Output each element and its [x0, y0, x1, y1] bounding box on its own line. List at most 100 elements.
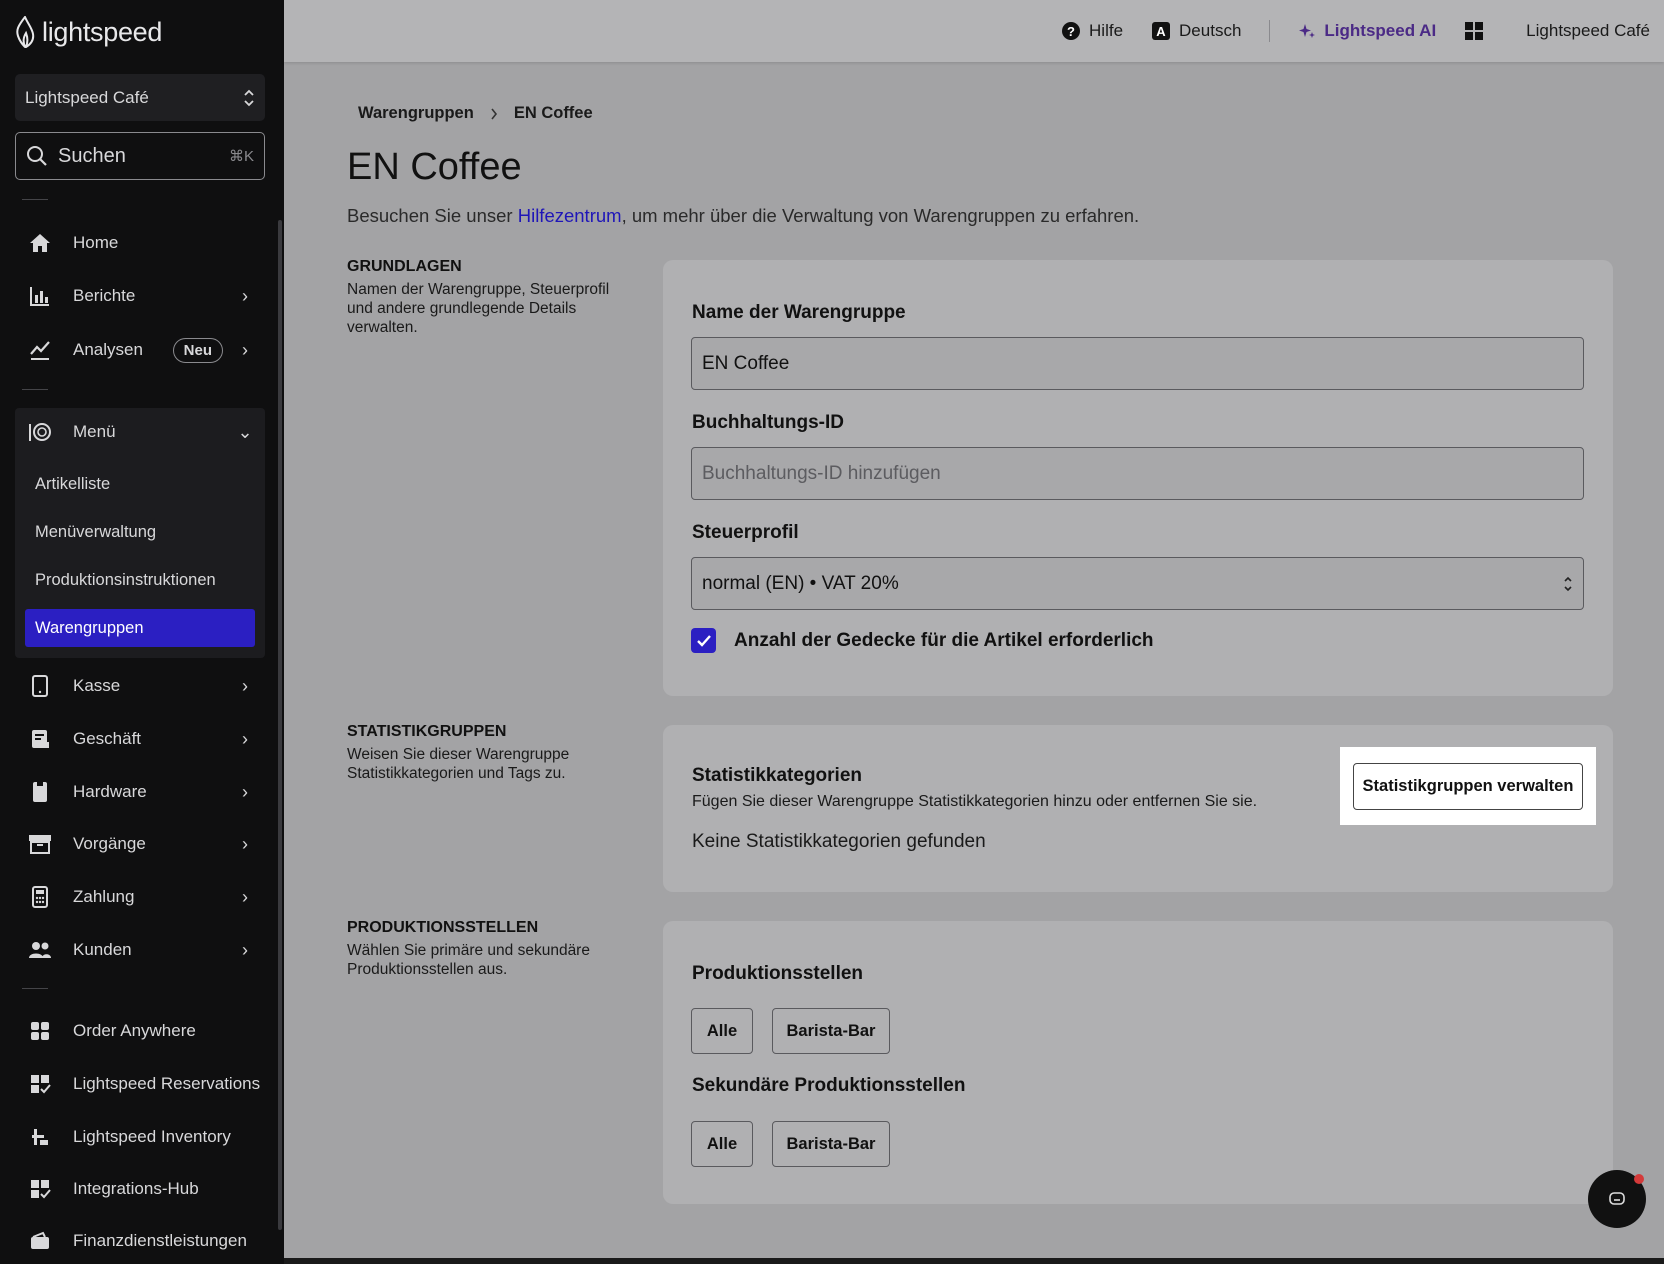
- production-card: Produktionsstellen Alle Barista-Bar Seku…: [663, 921, 1613, 1204]
- sidebar-item-label: Geschäft: [73, 729, 142, 748]
- sidebar-item-integrations-hub[interactable]: Integrations-Hub: [15, 1166, 265, 1212]
- basics-section-header: GRUNDLAGEN Namen der Warengruppe, Steuer…: [347, 258, 632, 337]
- checkmark-icon: [696, 634, 711, 647]
- tax-profile-value: normal (EN) • VAT 20%: [702, 572, 899, 594]
- chat-button[interactable]: [1588, 1170, 1646, 1228]
- sidebar-item-label: Kasse: [73, 676, 121, 695]
- tax-profile-label: Steuerprofil: [692, 522, 799, 543]
- sidebar-subitem-menuverwaltung[interactable]: Menüverwaltung: [25, 513, 255, 551]
- sidebar-search-input[interactable]: Suchen ⌘K: [15, 132, 265, 180]
- sidebar-item-lightspeed-reservations[interactable]: Lightspeed Reservations: [15, 1061, 265, 1107]
- manage-stat-groups-button[interactable]: Statistikgruppen verwalten: [1353, 762, 1583, 810]
- trend-chart-icon: [27, 337, 53, 363]
- help-text-prefix: Besuchen Sie unser: [347, 205, 518, 226]
- sidebar-item-label: Order Anywhere: [73, 1021, 196, 1040]
- flame-logo-icon: [16, 16, 35, 48]
- sidebar-item-finanzdienstleistungen[interactable]: Finanzdienstleistungen: [15, 1218, 265, 1264]
- account-button[interactable]: Lightspeed Café: [1526, 21, 1650, 41]
- secondary-chip-alle[interactable]: Alle: [691, 1121, 753, 1167]
- sparkle-icon: [1299, 24, 1316, 38]
- brand-name: lightspeed: [42, 16, 163, 47]
- accounting-id-placeholder: Buchhaltungs-ID hinzufügen: [702, 462, 941, 484]
- chevron-right-icon: ›: [242, 781, 248, 802]
- sidebar-item-label: Kunden: [73, 940, 132, 959]
- sidebar-item-menu[interactable]: Menü ⌄: [15, 409, 265, 455]
- inventory-icon: [27, 1124, 53, 1150]
- apps-button[interactable]: [1464, 21, 1484, 41]
- sidebar-item-hardware[interactable]: Hardware ›: [15, 769, 265, 815]
- section-heading: GRUNDLAGEN: [347, 258, 462, 275]
- tablet-icon: [27, 673, 53, 699]
- svg-text:A: A: [1156, 24, 1166, 39]
- ai-label: Lightspeed AI: [1324, 21, 1437, 40]
- sidebar-divider: [22, 389, 48, 390]
- production-chip-barista-bar[interactable]: Barista-Bar: [772, 1008, 890, 1054]
- store-icon: [27, 726, 53, 752]
- home-icon: [27, 230, 53, 256]
- manage-button-highlight: Statistikgruppen verwalten: [1340, 747, 1596, 825]
- covers-checkbox-row[interactable]: Anzahl der Gedecke für die Artikel erfor…: [691, 628, 1154, 653]
- sidebar-item-label: Zahlung: [73, 887, 135, 906]
- language-button[interactable]: A Deutsch: [1151, 21, 1241, 41]
- stats-title: Statistikkategorien: [692, 765, 862, 786]
- chevron-right-icon: ›: [242, 728, 248, 749]
- sidebar-item-vorgaenge[interactable]: Vorgänge ›: [15, 821, 265, 867]
- apps-check-icon: [27, 1071, 53, 1097]
- sidebar-subitem-warengruppen[interactable]: Warengruppen: [25, 609, 255, 647]
- language-icon: A: [1152, 22, 1171, 40]
- search-placeholder: Suchen: [58, 144, 126, 167]
- breadcrumb-parent-link[interactable]: Warengruppen: [358, 104, 474, 123]
- store-selector[interactable]: Lightspeed Café: [15, 74, 265, 121]
- sidebar-item-kasse[interactable]: Kasse ›: [15, 663, 265, 709]
- help-label: Hilfe: [1089, 21, 1124, 40]
- chevron-right-icon: ›: [242, 886, 248, 907]
- chat-icon: [1609, 1192, 1625, 1205]
- svg-text:?: ?: [1067, 24, 1075, 39]
- sidebar-subitem-artikelliste[interactable]: Artikelliste: [25, 465, 255, 503]
- sidebar-item-berichte[interactable]: Berichte ›: [15, 273, 265, 319]
- horizontal-scrollbar[interactable]: [284, 1258, 1664, 1264]
- sidebar-item-label: Lightspeed Reservations: [73, 1074, 261, 1093]
- chevron-right-icon: ›: [242, 339, 248, 360]
- calculator-icon: [27, 884, 53, 910]
- secondary-chip-barista-bar[interactable]: Barista-Bar: [772, 1121, 890, 1167]
- brand-logo[interactable]: lightspeed: [14, 16, 162, 48]
- section-heading: PRODUKTIONSSTELLEN: [347, 919, 539, 936]
- lightspeed-ai-button[interactable]: Lightspeed AI: [1298, 21, 1436, 41]
- sidebar-item-zahlung[interactable]: Zahlung ›: [15, 874, 265, 920]
- production-chip-alle[interactable]: Alle: [691, 1008, 753, 1054]
- sidebar-item-order-anywhere[interactable]: Order Anywhere: [15, 1008, 265, 1054]
- grid-icon: [27, 1018, 53, 1044]
- covers-checkbox[interactable]: [691, 628, 716, 653]
- accounting-id-label: Buchhaltungs-ID: [692, 412, 844, 433]
- sidebar-item-label: Integrations-Hub: [73, 1179, 199, 1198]
- sidebar-item-label: Home: [73, 233, 119, 252]
- production-title: Produktionsstellen: [692, 963, 864, 984]
- sidebar-scrollbar[interactable]: [278, 220, 282, 1230]
- chevron-right-icon: [491, 108, 497, 119]
- sidebar-subitem-label: Produktionsinstruktionen: [35, 570, 216, 589]
- sidebar-subitem-label: Warengruppen: [35, 618, 144, 637]
- printer-icon: [27, 779, 53, 805]
- sidebar: lightspeed Lightspeed Café Suchen ⌘K Hom…: [0, 0, 284, 1264]
- sidebar-item-lightspeed-inventory[interactable]: Lightspeed Inventory: [15, 1114, 265, 1160]
- help-button[interactable]: ? Hilfe: [1061, 21, 1123, 41]
- accounting-id-field[interactable]: Buchhaltungs-ID hinzufügen: [691, 447, 1584, 500]
- sidebar-item-home[interactable]: Home: [15, 220, 265, 266]
- sidebar-item-geschaeft[interactable]: Geschäft ›: [15, 716, 265, 762]
- sidebar-item-analysen[interactable]: Analysen Neu ›: [15, 327, 265, 373]
- name-field[interactable]: EN Coffee: [691, 337, 1584, 390]
- help-text-suffix: , um mehr über die Verwaltung von Wareng…: [621, 205, 1140, 226]
- sidebar-item-label: Berichte: [73, 286, 136, 305]
- help-center-link[interactable]: Hilfezentrum: [518, 205, 622, 226]
- stats-section-header: STATISTIKGRUPPEN Weisen Sie dieser Waren…: [347, 723, 632, 783]
- sidebar-subitem-produktionsinstruktionen[interactable]: Produktionsinstruktionen: [25, 561, 255, 599]
- covers-checkbox-label: Anzahl der Gedecke für die Artikel erfor…: [734, 629, 1154, 651]
- sidebar-item-kunden[interactable]: Kunden ›: [15, 927, 265, 973]
- tax-profile-select[interactable]: normal (EN) • VAT 20%: [691, 557, 1584, 610]
- chevron-right-icon: ›: [242, 833, 248, 854]
- sidebar-item-label: Menü: [73, 422, 116, 441]
- chevron-right-icon: ›: [242, 285, 248, 306]
- apps-grid-icon: [1465, 22, 1484, 40]
- sidebar-divider: [22, 199, 48, 200]
